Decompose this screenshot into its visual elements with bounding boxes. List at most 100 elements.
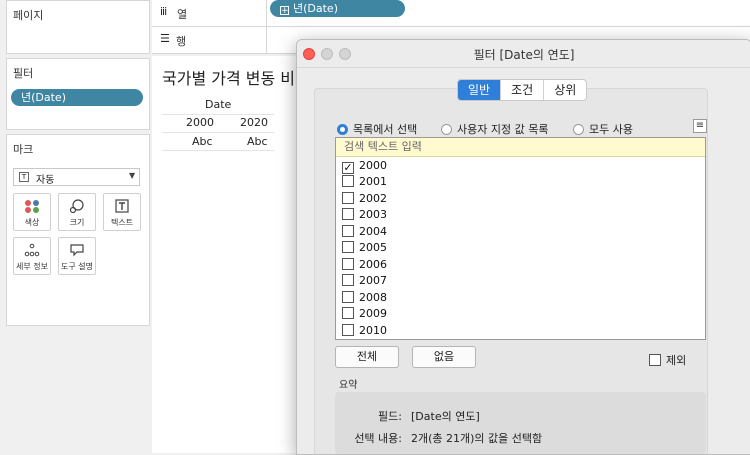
columns-label: 열 xyxy=(177,8,188,21)
list-item[interactable]: 2001 xyxy=(342,175,387,191)
size-icon xyxy=(69,199,84,213)
tab-condition[interactable]: 조건 xyxy=(501,80,545,100)
header-divider xyxy=(162,132,274,133)
shelf-divider xyxy=(266,27,267,53)
mark-card-size[interactable]: 크기 xyxy=(58,193,96,231)
list-item[interactable]: 2003 xyxy=(342,208,387,224)
rows-label: 행 xyxy=(176,35,187,48)
list-item[interactable]: 2009 xyxy=(342,307,387,323)
filter-dialog: 필터 [Date의 연도] 일반 조건 상위 목록에서 선택 사용자 지정 값 … xyxy=(296,39,750,455)
search-input[interactable] xyxy=(336,138,705,155)
radio-unselected-icon xyxy=(441,124,452,135)
checkbox-icon[interactable] xyxy=(342,175,354,187)
summary-selection-value: 2개(총 21개)의 값을 선택함 xyxy=(411,432,543,445)
list-item-label: 2006 xyxy=(359,258,387,271)
radio-select-from-list[interactable]: 목록에서 선택 xyxy=(337,121,417,136)
value-listbox[interactable]: ✓ 2000 2001 2002 2003 2004 2005 2006 2007… xyxy=(335,137,706,340)
columns-pill-year-date[interactable]: + 년(Date) xyxy=(270,0,405,17)
list-item-label: 2001 xyxy=(359,175,387,188)
sheet-title: 국가별 가격 변동 비 xyxy=(162,69,296,88)
marks-panel: 마크 T 자동 ▼ 색상 크기 텍스트 세부 정보 도구 설명 xyxy=(6,134,150,326)
year-header-2000: 2000 xyxy=(186,116,214,129)
shelf-divider xyxy=(266,0,267,26)
checkbox-icon[interactable] xyxy=(342,241,354,253)
list-item[interactable]: 2002 xyxy=(342,192,387,208)
list-item[interactable]: 2004 xyxy=(342,225,387,241)
mark-card-tooltip[interactable]: 도구 설명 xyxy=(58,237,96,275)
dialog-title: 필터 [Date의 연도] xyxy=(473,48,575,62)
pages-title: 페이지 xyxy=(13,9,44,22)
dialog-titlebar[interactable]: 필터 [Date의 연도] xyxy=(297,40,750,68)
list-item-label: 2005 xyxy=(359,241,387,254)
summary-field-value: [Date의 연도] xyxy=(411,410,480,423)
list-item-label: 2002 xyxy=(359,192,387,205)
row-divider xyxy=(162,150,274,151)
add-icon: + xyxy=(280,6,289,16)
filter-pill-label: 년(Date) xyxy=(21,91,66,104)
list-item-label: 2010 xyxy=(359,324,387,337)
list-item[interactable]: 2008 xyxy=(342,291,387,307)
columns-pill-label: 년(Date) xyxy=(293,2,338,15)
list-item-label: 2004 xyxy=(359,225,387,238)
list-item[interactable]: 2006 xyxy=(342,258,387,274)
mark-card-label: 세부 정보 xyxy=(16,262,48,271)
mark-card-color[interactable]: 색상 xyxy=(13,193,51,231)
table-cell: Abc xyxy=(247,135,268,148)
table-cell: Abc xyxy=(192,135,213,148)
list-item-label: 2000 xyxy=(359,159,387,172)
filter-pill-year-date[interactable]: 년(Date) xyxy=(11,89,143,106)
list-item[interactable]: 2007 xyxy=(342,274,387,290)
tab-top[interactable]: 상위 xyxy=(544,80,586,100)
mark-card-detail[interactable]: 세부 정보 xyxy=(13,237,51,275)
radio-use-all[interactable]: 모두 사용 xyxy=(573,121,633,136)
list-item[interactable]: ✓ 2000 xyxy=(342,159,387,175)
radio-unselected-icon xyxy=(573,124,584,135)
checkbox-icon[interactable] xyxy=(342,307,354,319)
list-item-label: 2008 xyxy=(359,291,387,304)
color-icon xyxy=(25,200,39,213)
list-item-label: 2003 xyxy=(359,208,387,221)
pages-panel: 페이지 xyxy=(6,0,150,54)
exclude-checkbox[interactable]: 제외 xyxy=(649,352,686,368)
summary-title: 요약 xyxy=(339,380,358,391)
mark-card-text[interactable]: 텍스트 xyxy=(103,193,141,231)
radio-label: 사용자 지정 값 목록 xyxy=(457,123,549,136)
mark-card-label: 텍스트 xyxy=(110,218,134,227)
list-item-label: 2009 xyxy=(359,307,387,320)
checkbox-icon[interactable] xyxy=(342,291,354,303)
checkbox-icon[interactable] xyxy=(342,258,354,270)
list-item[interactable]: 2005 xyxy=(342,241,387,257)
checkbox-icon[interactable] xyxy=(649,354,661,366)
year-header-2020: 2020 xyxy=(240,116,268,129)
checkbox-icon[interactable] xyxy=(342,274,354,286)
select-all-button[interactable]: 전체 xyxy=(335,346,399,368)
list-item-label: 2007 xyxy=(359,274,387,287)
filters-title: 필터 xyxy=(13,67,34,80)
text-mark-icon: T xyxy=(19,172,29,182)
tab-general[interactable]: 일반 xyxy=(458,80,502,100)
search-bar xyxy=(336,138,705,157)
column-header-date: Date xyxy=(205,98,232,111)
chevron-down-icon: ▼ xyxy=(129,171,136,180)
checkbox-icon[interactable] xyxy=(342,324,354,336)
filters-panel: 필터 년(Date) xyxy=(6,58,150,130)
marks-type-dropdown[interactable]: T 자동 ▼ xyxy=(13,168,140,186)
mark-card-label: 도구 설명 xyxy=(61,262,93,271)
select-none-button[interactable]: 없음 xyxy=(412,346,476,368)
menu-icon: ≡ xyxy=(695,120,705,131)
checkbox-icon[interactable] xyxy=(342,225,354,237)
list-menu-button[interactable]: ≡ xyxy=(693,119,707,133)
columns-shelf[interactable]: iii 열 + 년(Date) xyxy=(152,0,750,27)
checkbox-checked-icon[interactable]: ✓ xyxy=(342,162,354,174)
checkbox-icon[interactable] xyxy=(342,208,354,220)
filter-tabs: 일반 조건 상위 xyxy=(457,79,588,101)
marks-title: 마크 xyxy=(13,143,34,156)
radio-label: 모두 사용 xyxy=(589,123,633,136)
radio-custom-value-list[interactable]: 사용자 지정 값 목록 xyxy=(441,121,549,136)
list-item[interactable]: 2010 xyxy=(342,324,387,339)
tooltip-icon xyxy=(70,244,84,257)
checkbox-icon[interactable] xyxy=(342,192,354,204)
exclude-label: 제외 xyxy=(666,354,687,367)
header-divider xyxy=(162,114,274,115)
summary-box: 필드: [Date의 연도] 선택 내용: 2개(총 21개)의 값을 선택함 xyxy=(335,392,706,454)
